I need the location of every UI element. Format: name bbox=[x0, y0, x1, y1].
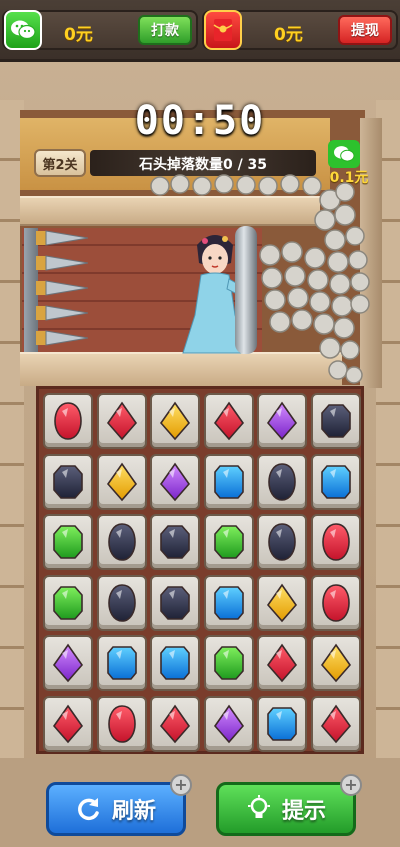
dark-octagon-gem-icon bbox=[53, 464, 83, 499]
top-bar: 0元 打款 0元 提现 bbox=[0, 0, 400, 62]
gem-tile-green-octagon[interactable] bbox=[203, 635, 254, 691]
gem-tile-dark-octagon[interactable] bbox=[150, 514, 200, 570]
red-diamond-gem-icon bbox=[320, 704, 351, 743]
gem-tile-blue-square[interactable] bbox=[150, 635, 200, 691]
gem-tile-dark-octagon[interactable] bbox=[310, 393, 361, 449]
wechat-balance: 0元 bbox=[64, 25, 93, 45]
gem-tile-dark-oval[interactable] bbox=[96, 574, 147, 631]
red-oval-gem-icon bbox=[107, 704, 136, 743]
gem-tile-red-oval[interactable] bbox=[96, 695, 147, 752]
gem-tile-dark-oval[interactable] bbox=[257, 514, 307, 570]
blue-square-gem-icon bbox=[160, 646, 190, 680]
spike-icon bbox=[36, 230, 88, 246]
gem-tile-red-oval[interactable] bbox=[310, 574, 361, 631]
gem-tile-yellow-diamond[interactable] bbox=[257, 574, 307, 631]
gem-tile-purple-diamond[interactable] bbox=[257, 393, 307, 449]
dark-oval-gem-icon bbox=[107, 523, 136, 561]
yellow-diamond-gem-icon bbox=[159, 401, 191, 441]
spike-icon bbox=[36, 255, 88, 271]
wechat-icon bbox=[328, 140, 360, 168]
plus-icon[interactable]: + bbox=[340, 774, 362, 796]
green-octagon-gem-icon bbox=[53, 525, 83, 559]
gem-tile-red-diamond[interactable] bbox=[310, 695, 361, 752]
gem-tile-yellow-diamond[interactable] bbox=[150, 393, 200, 449]
gem-tile-purple-diamond[interactable] bbox=[150, 453, 200, 510]
dark-oval-gem-icon bbox=[268, 462, 296, 501]
gem-tile-red-diamond[interactable] bbox=[203, 393, 254, 449]
countdown-timer: 00:50 bbox=[134, 98, 266, 144]
blue-square-gem-icon bbox=[106, 646, 137, 680]
gem-tile-yellow-diamond[interactable] bbox=[96, 453, 147, 510]
lightbulb-icon bbox=[247, 795, 270, 818]
gem-tile-green-octagon[interactable] bbox=[203, 514, 254, 570]
dark-octagon-gem-icon bbox=[160, 525, 190, 559]
red-diamond-gem-icon bbox=[159, 704, 191, 743]
jewel-board bbox=[36, 386, 364, 754]
transfer-button[interactable]: 打款 bbox=[138, 15, 192, 45]
gem-tile-blue-square[interactable] bbox=[310, 453, 361, 510]
gem-tile-red-oval[interactable] bbox=[43, 393, 93, 449]
gem-tile-blue-square[interactable] bbox=[96, 635, 147, 691]
gem-tile-yellow-diamond[interactable] bbox=[310, 635, 361, 691]
gem-tile-blue-square[interactable] bbox=[203, 574, 254, 631]
purple-diamond-gem-icon bbox=[213, 704, 244, 743]
hint-label: 提示 bbox=[281, 799, 326, 824]
gem-tile-red-diamond[interactable] bbox=[150, 695, 200, 752]
gem-tile-purple-diamond[interactable] bbox=[43, 635, 93, 691]
gem-tile-dark-oval[interactable] bbox=[257, 453, 307, 510]
gem-tile-red-diamond[interactable] bbox=[43, 695, 93, 752]
dark-oval-gem-icon bbox=[268, 523, 296, 561]
redpacket-wallet: 0元 提现 bbox=[202, 10, 398, 50]
refresh-label: 刷新 bbox=[111, 799, 156, 824]
level-badge: 第2关 bbox=[34, 149, 86, 177]
hint-button[interactable]: 提示 bbox=[216, 782, 356, 836]
gem-tile-red-oval[interactable] bbox=[310, 514, 361, 570]
gem-tile-purple-diamond[interactable] bbox=[203, 695, 254, 752]
red-diamond-gem-icon bbox=[266, 643, 298, 683]
yellow-diamond-gem-icon bbox=[106, 462, 137, 501]
gem-tile-green-octagon[interactable] bbox=[43, 574, 93, 631]
blue-square-gem-icon bbox=[213, 464, 244, 499]
yellow-diamond-gem-icon bbox=[320, 643, 351, 683]
refresh-icon bbox=[78, 798, 99, 821]
red-envelope-icon bbox=[204, 10, 242, 50]
spike-icon bbox=[36, 280, 88, 296]
red-diamond-gem-icon bbox=[52, 704, 84, 743]
spike-icon bbox=[36, 305, 88, 321]
red-oval-gem-icon bbox=[321, 583, 350, 622]
plus-icon[interactable]: + bbox=[170, 774, 192, 796]
wechat-icon bbox=[4, 10, 42, 50]
purple-diamond-gem-icon bbox=[159, 462, 191, 501]
green-octagon-gem-icon bbox=[213, 646, 244, 680]
withdraw-button[interactable]: 提现 bbox=[338, 15, 392, 45]
gem-tile-dark-octagon[interactable] bbox=[43, 453, 93, 510]
blue-square-gem-icon bbox=[320, 464, 351, 499]
dark-oval-gem-icon bbox=[107, 583, 136, 622]
dark-octagon-gem-icon bbox=[160, 585, 190, 620]
blue-square-gem-icon bbox=[213, 585, 244, 620]
red-oval-gem-icon bbox=[321, 523, 350, 561]
gem-tile-blue-square[interactable] bbox=[257, 695, 307, 752]
stone-pile bbox=[150, 174, 370, 384]
gem-tile-red-diamond[interactable] bbox=[96, 393, 147, 449]
gem-tile-dark-oval[interactable] bbox=[96, 514, 147, 570]
spike-icon bbox=[36, 330, 88, 346]
yellow-diamond-gem-icon bbox=[266, 583, 298, 622]
gem-tile-blue-square[interactable] bbox=[203, 453, 254, 510]
blue-square-gem-icon bbox=[267, 706, 297, 741]
purple-diamond-gem-icon bbox=[52, 643, 84, 683]
dark-octagon-gem-icon bbox=[320, 404, 351, 438]
wechat-wallet: 0元 打款 bbox=[2, 10, 198, 50]
gem-tile-red-diamond[interactable] bbox=[257, 635, 307, 691]
green-octagon-gem-icon bbox=[53, 585, 83, 620]
gem-tile-dark-octagon[interactable] bbox=[150, 574, 200, 631]
green-octagon-gem-icon bbox=[213, 525, 244, 559]
purple-diamond-gem-icon bbox=[266, 401, 298, 441]
red-oval-gem-icon bbox=[54, 402, 82, 440]
refresh-button[interactable]: 刷新 bbox=[46, 782, 186, 836]
red-diamond-gem-icon bbox=[213, 401, 244, 441]
redpacket-balance: 0元 bbox=[274, 25, 303, 45]
red-diamond-gem-icon bbox=[106, 401, 137, 441]
gem-tile-green-octagon[interactable] bbox=[43, 514, 93, 570]
